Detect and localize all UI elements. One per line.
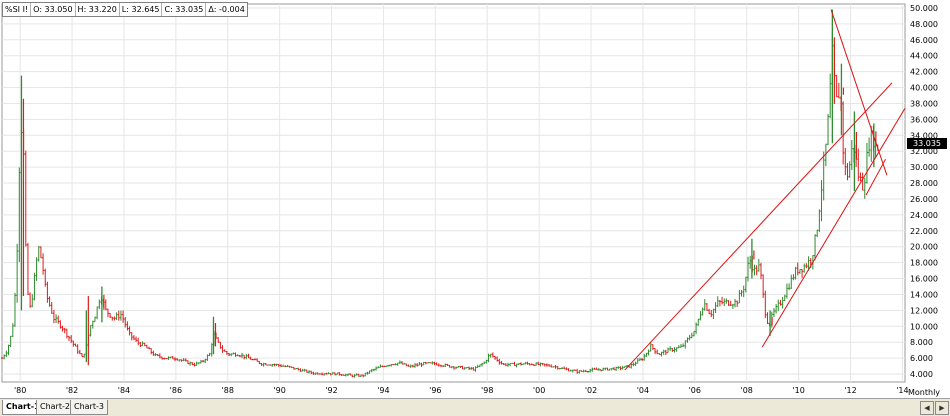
tab-chart-3[interactable]: Chart-3 bbox=[70, 400, 108, 415]
x-tick-label: '08 bbox=[741, 386, 753, 395]
x-tick-label: '88 bbox=[222, 386, 234, 395]
x-tick-label: '02 bbox=[585, 386, 597, 395]
y-tick-label: 38.000 bbox=[910, 99, 938, 108]
tab-chart-2[interactable]: Chart-2 bbox=[36, 400, 74, 415]
y-tick-label: 28.000 bbox=[910, 179, 938, 188]
x-tick-label: '06 bbox=[689, 386, 701, 395]
open-value: O: 33.050 bbox=[31, 3, 76, 16]
y-tick-label: 26.000 bbox=[910, 195, 938, 204]
chart-tab-bar: Chart-1 Chart-2 Chart-3 ◀ ▶ bbox=[0, 398, 950, 416]
y-tick-label: 46.000 bbox=[910, 36, 938, 45]
y-tick-label: 22.000 bbox=[910, 227, 938, 236]
y-tick-label: 10.000 bbox=[910, 322, 938, 331]
symbol-label: %SI I! bbox=[3, 3, 32, 16]
y-tick-label: 30.000 bbox=[910, 163, 938, 172]
high-value: H: 33.220 bbox=[76, 3, 120, 16]
last-price-marker: 33.035 bbox=[907, 138, 947, 149]
y-tick-label: 36.000 bbox=[910, 115, 938, 124]
x-tick-label: '00 bbox=[533, 386, 545, 395]
y-tick-label: 16.000 bbox=[910, 275, 938, 284]
ohlc-info-bar: %SI I! O: 33.050 H: 33.220 L: 32.645 C: … bbox=[2, 2, 248, 17]
y-tick-label: 6.000 bbox=[910, 354, 933, 363]
x-tick-label: '98 bbox=[481, 386, 493, 395]
scroll-right-button[interactable]: ▶ bbox=[935, 401, 949, 415]
x-tick-label: '92 bbox=[325, 386, 337, 395]
x-tick-label: '84 bbox=[118, 386, 130, 395]
chart-window: 4.000 6.000 8.000 10.000 12.000 14.000 16.000 1… bbox=[0, 0, 950, 416]
x-tick-label: '94 bbox=[377, 386, 389, 395]
x-tick-label: '14 bbox=[896, 386, 908, 395]
price-chart[interactable]: 4.000 6.000 8.000 10.000 12.000 14.000 16.000 1… bbox=[0, 0, 950, 398]
y-tick-label: 40.000 bbox=[910, 84, 938, 93]
x-tick-label: '12 bbox=[844, 386, 856, 395]
x-tick-label: '10 bbox=[792, 386, 804, 395]
y-tick-label: 12.000 bbox=[910, 306, 938, 315]
y-tick-label: 20.000 bbox=[910, 243, 938, 252]
x-tick-label: '90 bbox=[273, 386, 285, 395]
change-value: Δ: -0.004 bbox=[208, 5, 245, 14]
y-tick-label: 50.000 bbox=[910, 4, 938, 13]
y-tick-label: 42.000 bbox=[910, 68, 938, 77]
y-tick-label: 4.000 bbox=[910, 370, 933, 379]
x-tick-label: '96 bbox=[429, 386, 441, 395]
y-tick-label: 24.000 bbox=[910, 211, 938, 220]
close-value: C: 33.035 bbox=[162, 3, 207, 16]
y-tick-label: 18.000 bbox=[910, 259, 938, 268]
x-tick-label: '80 bbox=[14, 386, 26, 395]
x-tick-label: '82 bbox=[66, 386, 78, 395]
low-value: L: 32.645 bbox=[120, 3, 163, 16]
x-tick-label: '04 bbox=[637, 386, 649, 395]
y-tick-label: 44.000 bbox=[910, 52, 938, 61]
x-tick-label: '86 bbox=[170, 386, 182, 395]
y-tick-label: 8.000 bbox=[910, 338, 933, 347]
period-label[interactable]: Monthly bbox=[908, 388, 940, 397]
scroll-left-button[interactable]: ◀ bbox=[920, 401, 934, 415]
y-tick-label: 14.000 bbox=[910, 290, 938, 299]
y-tick-label: 48.000 bbox=[910, 20, 938, 29]
